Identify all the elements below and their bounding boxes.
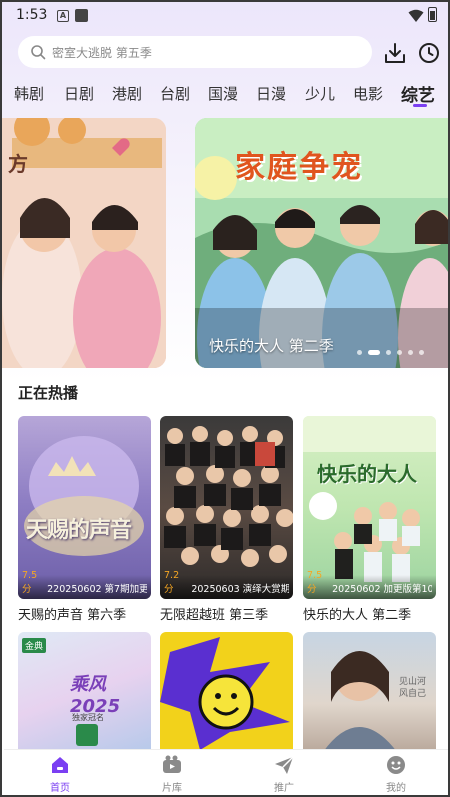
poster-title-art: 快乐的大人 bbox=[317, 462, 417, 486]
poster-title-art: 乘风2025 bbox=[70, 674, 121, 717]
show-poster-row2[interactable]: 见山河 风自己 bbox=[303, 632, 436, 752]
update-status: 220250602 第7期加更期 bbox=[47, 584, 147, 595]
tab-tw-drama[interactable]: 台剧 bbox=[160, 83, 190, 104]
banner-prev-text: 方 bbox=[8, 152, 28, 176]
pagination-dot bbox=[357, 350, 362, 355]
bottom-navigation: 首页 片库 推广 我的 bbox=[4, 749, 448, 795]
banner-prev-slide[interactable]: 方 bbox=[2, 118, 166, 368]
poster-title-art: 见山河 风自己 bbox=[399, 677, 427, 699]
tab-jp-anime[interactable]: 日漫 bbox=[256, 83, 286, 104]
show-poster-row2[interactable]: 金典 乘风2025 独家冠名 bbox=[18, 632, 151, 752]
sponsor-logo bbox=[76, 724, 98, 746]
nav-label: 我的 bbox=[386, 783, 406, 794]
show-poster-row2[interactable] bbox=[160, 632, 293, 752]
update-status: 20250602 加更版第10期 bbox=[332, 584, 432, 595]
battery-icon bbox=[428, 7, 437, 22]
status-time: 1:53 bbox=[16, 7, 48, 23]
poster-meta: 7.2分 20250603 演绎大赏期 bbox=[160, 570, 293, 599]
search-placeholder: 密室大逃脱 第五季 bbox=[52, 45, 152, 60]
download-icon[interactable] bbox=[382, 40, 408, 66]
active-tab-indicator bbox=[413, 104, 427, 107]
section-title-hot: 正在热播 bbox=[18, 384, 79, 402]
nav-label: 片库 bbox=[162, 783, 182, 794]
history-clock-icon[interactable] bbox=[416, 40, 442, 66]
wifi-icon bbox=[408, 9, 424, 22]
sponsor-badge: 金典 bbox=[22, 638, 47, 653]
nav-label: 首页 bbox=[50, 783, 70, 794]
nav-home[interactable]: 首页 bbox=[30, 754, 90, 794]
tab-korean-drama[interactable]: 韩剧 bbox=[14, 83, 44, 104]
show-poster: 7.2分 20250603 演绎大赏期 bbox=[160, 416, 293, 599]
nav-profile[interactable]: 我的 bbox=[366, 754, 426, 794]
show-card[interactable]: 快乐的大人 7.5分 20250602 加更版第10期 快乐的大人 第二季 bbox=[303, 416, 436, 623]
score-badge: 7.5分 bbox=[307, 570, 323, 595]
show-poster: 天赐的声音 7.5分 220250602 第7期加更期 bbox=[18, 416, 151, 599]
pagination-dot bbox=[386, 350, 391, 355]
nav-label: 推广 bbox=[274, 783, 294, 794]
film-library-icon bbox=[163, 755, 181, 773]
tab-cn-anime[interactable]: 国漫 bbox=[208, 83, 238, 104]
app-screen: 1:53 A 密室大逃脱 第五季 韩剧 日剧 港剧 台剧 国漫 日漫 少儿 电影… bbox=[0, 0, 450, 797]
show-title: 快乐的大人 第二季 bbox=[303, 608, 412, 623]
poster-meta: 7.5分 20250602 加更版第10期 bbox=[303, 570, 436, 599]
update-status: 20250603 演绎大赏期 bbox=[191, 584, 289, 595]
score-badge: 7.2分 bbox=[164, 570, 180, 595]
pagination-dot bbox=[397, 350, 402, 355]
tab-hk-drama[interactable]: 港剧 bbox=[112, 83, 142, 104]
show-title: 天赐的声音 第六季 bbox=[18, 608, 127, 623]
profile-icon bbox=[387, 756, 405, 774]
score-badge: 7.5分 bbox=[22, 570, 38, 595]
home-icon bbox=[52, 757, 68, 773]
poster-title-art: 天赐的声音 bbox=[26, 518, 132, 543]
search-bar[interactable]: 密室大逃脱 第五季 bbox=[18, 36, 372, 68]
notification-a-icon: A bbox=[57, 10, 69, 22]
tab-japanese-drama[interactable]: 日剧 bbox=[64, 83, 94, 104]
banner-main-slide[interactable]: 家庭争宠 bbox=[195, 118, 448, 368]
nav-promote[interactable]: 推广 bbox=[254, 754, 314, 794]
nav-film-library[interactable]: 片库 bbox=[142, 754, 202, 794]
pagination-dot bbox=[419, 350, 424, 355]
show-poster: 快乐的大人 7.5分 20250602 加更版第10期 bbox=[303, 416, 436, 599]
poster-meta: 7.5分 220250602 第7期加更期 bbox=[18, 570, 151, 599]
show-card[interactable]: 天赐的声音 7.5分 220250602 第7期加更期 天赐的声音 第六季 bbox=[18, 416, 151, 623]
show-card[interactable]: 7.2分 20250603 演绎大赏期 无限超越班 第三季 bbox=[160, 416, 293, 623]
search-icon bbox=[31, 45, 46, 60]
show-title: 无限超越班 第三季 bbox=[160, 608, 269, 623]
banner-title: 快乐的大人 第二季 bbox=[209, 337, 334, 355]
poster-art bbox=[160, 637, 290, 750]
pagination-dot bbox=[408, 350, 413, 355]
banner-pagination bbox=[357, 350, 424, 355]
status-bar: 1:53 A bbox=[2, 2, 448, 30]
tab-movie[interactable]: 电影 bbox=[353, 83, 383, 104]
pagination-dot-active bbox=[368, 350, 380, 355]
sponsor-caption: 独家冠名 bbox=[72, 713, 104, 722]
notification-square-icon bbox=[75, 9, 88, 22]
banner-main-poster-text: 家庭争宠 bbox=[235, 150, 363, 185]
tab-variety[interactable]: 综艺 bbox=[401, 81, 435, 106]
category-tabs: 韩剧 日剧 港剧 台剧 国漫 日漫 少儿 电影 综艺 bbox=[2, 78, 448, 108]
send-icon bbox=[275, 756, 294, 774]
tab-kids[interactable]: 少儿 bbox=[305, 83, 335, 104]
